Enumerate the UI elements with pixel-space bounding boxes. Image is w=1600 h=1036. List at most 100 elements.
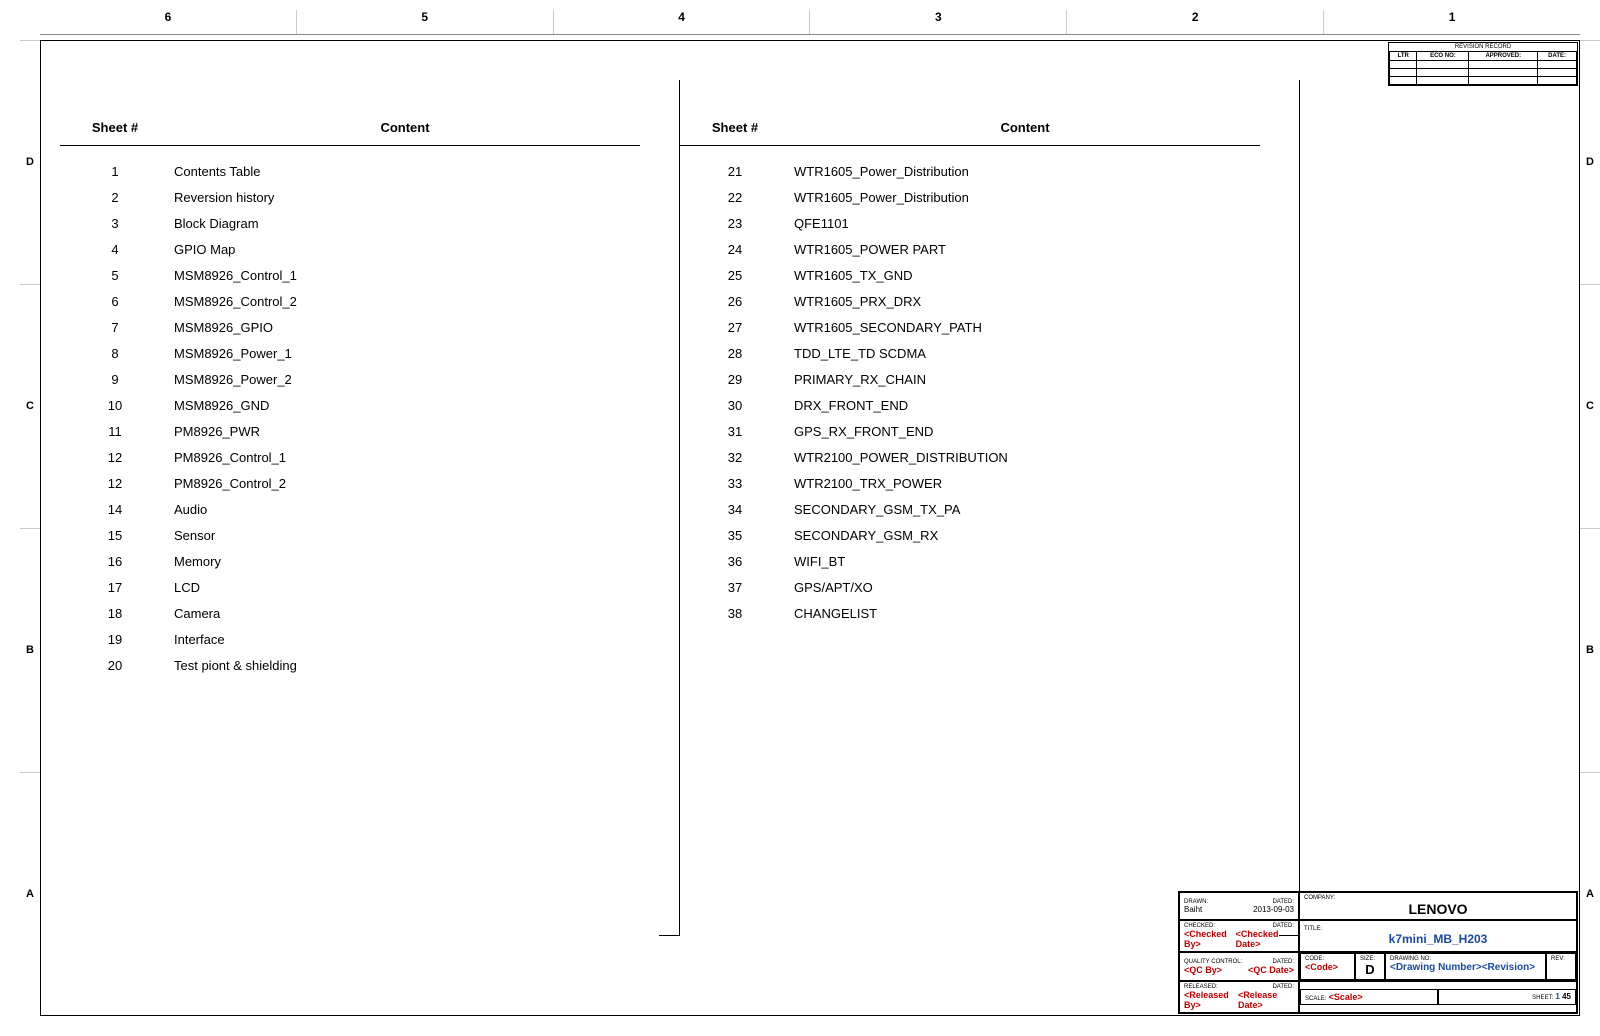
title-block: DRAWN: DATED: Baiht 2013-09-03 COMPANY: … xyxy=(1178,891,1578,1014)
toc-sheet-number: 9 xyxy=(60,372,170,387)
contents-left-col: Sheet # Content 1Contents Table2Reversio… xyxy=(60,120,680,976)
toc-content-name: QFE1101 xyxy=(790,216,1260,231)
released-by: <Released By> xyxy=(1184,990,1238,1010)
toc-entry: 7MSM8926_GPIO xyxy=(60,320,640,335)
toc-content-name: GPIO Map xyxy=(170,242,640,257)
toc-content-name: Interface xyxy=(170,632,640,647)
col-header-sheet: Sheet # xyxy=(60,120,170,135)
toc-content-name: Reversion history xyxy=(170,190,640,205)
toc-entry: 29PRIMARY_RX_CHAIN xyxy=(680,372,1260,387)
sheet-tot: 45 xyxy=(1562,992,1571,1001)
sheet-cur: 1 xyxy=(1555,992,1559,1001)
toc-sheet-number: 1 xyxy=(60,164,170,179)
code-val: <Code> xyxy=(1305,962,1350,972)
rev-hdr-ltr: LTR xyxy=(1390,52,1417,61)
toc-content-name: MSM8926_Control_1 xyxy=(170,268,640,283)
toc-entry: 1Contents Table xyxy=(60,164,640,179)
toc-entry: 27WTR1605_SECONDARY_PATH xyxy=(680,320,1260,335)
toc-content-name: Test piont & shielding xyxy=(170,658,640,673)
dwgno-val: <Drawing Number><Revision> xyxy=(1390,962,1541,973)
toc-content-name: PM8926_Control_2 xyxy=(170,476,640,491)
row-C-r: C xyxy=(1580,284,1600,528)
toc-entry: 16Memory xyxy=(60,554,640,569)
toc-sheet-number: 5 xyxy=(60,268,170,283)
toc-content-name: WTR2100_TRX_POWER xyxy=(790,476,1260,491)
toc-content-name: Block Diagram xyxy=(170,216,640,231)
toc-sheet-number: 35 xyxy=(680,528,790,543)
toc-content-name: WTR1605_Power_Distribution xyxy=(790,190,1260,205)
toc-content-name: LCD xyxy=(170,580,640,595)
toc-content-name: Memory xyxy=(170,554,640,569)
toc-sheet-number: 25 xyxy=(680,268,790,283)
toc-entry: 18Camera xyxy=(60,606,640,621)
toc-entry: 20Test piont & shielding xyxy=(60,658,640,673)
toc-content-name: WTR1605_TX_GND xyxy=(790,268,1260,283)
contents-table-area: Sheet # Content 1Contents Table2Reversio… xyxy=(60,120,1300,976)
toc-content-name: Contents Table xyxy=(170,164,640,179)
qc-date: <QC Date> xyxy=(1248,965,1294,975)
toc-content-name: WIFI_BT xyxy=(790,554,1260,569)
toc-sheet-number: 37 xyxy=(680,580,790,595)
toc-entry: 22WTR1605_Power_Distribution xyxy=(680,190,1260,205)
toc-sheet-number: 2 xyxy=(60,190,170,205)
toc-sheet-number: 6 xyxy=(60,294,170,309)
toc-content-name: PM8926_PWR xyxy=(170,424,640,439)
toc-entry: 5MSM8926_Control_1 xyxy=(60,268,640,283)
scale-val: <Scale> xyxy=(1329,992,1363,1002)
toc-entry: 3Block Diagram xyxy=(60,216,640,231)
toc-content-name: DRX_FRONT_END xyxy=(790,398,1260,413)
toc-sheet-number: 32 xyxy=(680,450,790,465)
toc-content-name: PRIMARY_RX_CHAIN xyxy=(790,372,1260,387)
toc-entry: 19Interface xyxy=(60,632,640,647)
top-grid-ruler: 6 5 4 3 2 1 xyxy=(40,10,1580,35)
toc-content-name: GPS/APT/XO xyxy=(790,580,1260,595)
toc-entry: 25WTR1605_TX_GND xyxy=(680,268,1260,283)
toc-content-name: WTR1605_PRX_DRX xyxy=(790,294,1260,309)
checked-by: <Checked By> xyxy=(1184,929,1236,949)
row-A-r: A xyxy=(1580,772,1600,1016)
row-D: D xyxy=(20,40,40,284)
toc-entry: 24WTR1605_POWER PART xyxy=(680,242,1260,257)
toc-content-name: PM8926_Control_1 xyxy=(170,450,640,465)
toc-sheet-number: 10 xyxy=(60,398,170,413)
checked-date: <Checked Date> xyxy=(1236,929,1294,949)
toc-entry: 38CHANGELIST xyxy=(680,606,1260,621)
toc-sheet-number: 20 xyxy=(60,658,170,673)
toc-entry: 23QFE1101 xyxy=(680,216,1260,231)
toc-sheet-number: 31 xyxy=(680,424,790,439)
toc-content-name: WTR1605_POWER PART xyxy=(790,242,1260,257)
company-name: LENOVO xyxy=(1304,901,1572,917)
toc-entry: 10MSM8926_GND xyxy=(60,398,640,413)
toc-sheet-number: 29 xyxy=(680,372,790,387)
toc-content-name: MSM8926_GPIO xyxy=(170,320,640,335)
toc-sheet-number: 4 xyxy=(60,242,170,257)
toc-entry: 11PM8926_PWR xyxy=(60,424,640,439)
toc-sheet-number: 16 xyxy=(60,554,170,569)
title-name: k7mini_MB_H203 xyxy=(1304,932,1572,946)
toc-entry: 33WTR2100_TRX_POWER xyxy=(680,476,1260,491)
col-5: 5 xyxy=(296,10,553,34)
toc-content-name: SECONDARY_GSM_RX xyxy=(790,528,1260,543)
row-B-r: B xyxy=(1580,528,1600,772)
left-grid-ruler: D C B A xyxy=(20,40,40,1016)
toc-content-name: MSM8926_Power_2 xyxy=(170,372,640,387)
toc-sheet-number: 26 xyxy=(680,294,790,309)
toc-entry: 21WTR1605_Power_Distribution xyxy=(680,164,1260,179)
toc-entry: 9MSM8926_Power_2 xyxy=(60,372,640,387)
toc-sheet-number: 33 xyxy=(680,476,790,491)
toc-sheet-number: 17 xyxy=(60,580,170,595)
col-6: 6 xyxy=(40,10,296,34)
toc-content-name: WTR1605_Power_Distribution xyxy=(790,164,1260,179)
toc-content-name: CHANGELIST xyxy=(790,606,1260,621)
drawn-date: 2013-09-03 xyxy=(1253,905,1294,914)
size-val: D xyxy=(1360,962,1380,977)
col-header-content-r: Content xyxy=(790,120,1260,135)
rev-hdr-date: DATE: xyxy=(1538,52,1577,61)
toc-sheet-number: 3 xyxy=(60,216,170,231)
toc-entry: 28TDD_LTE_TD SCDMA xyxy=(680,346,1260,361)
row-A: A xyxy=(20,772,40,1016)
rev-lbl: REV: xyxy=(1551,956,1571,962)
toc-content-name: WTR1605_SECONDARY_PATH xyxy=(790,320,1260,335)
sheet-lbl: SHEET: xyxy=(1532,995,1553,1001)
col-4: 4 xyxy=(553,10,810,34)
